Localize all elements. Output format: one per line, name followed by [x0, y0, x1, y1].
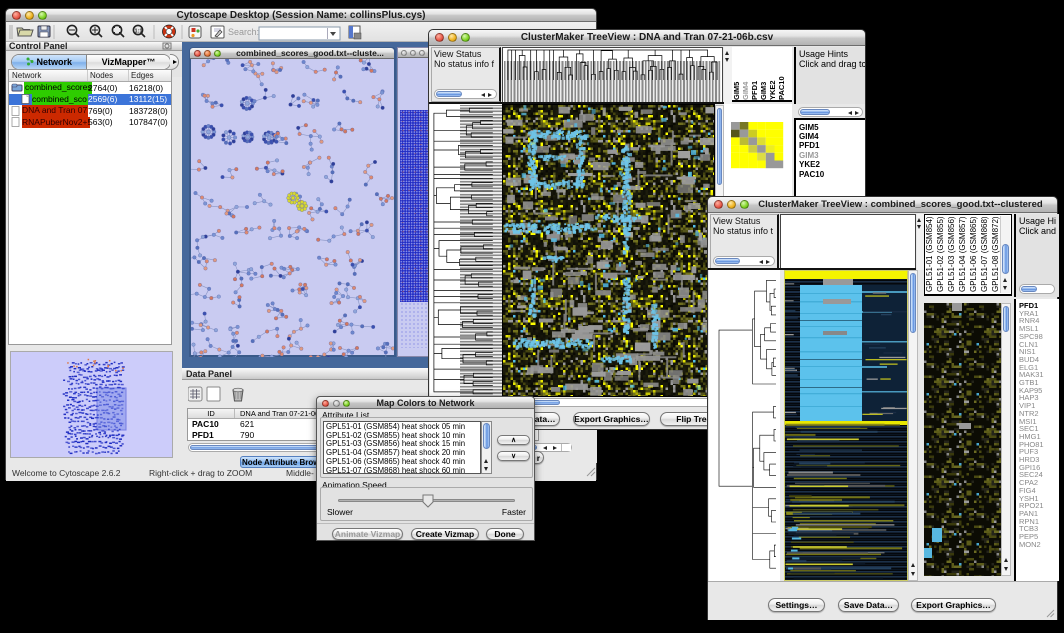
- svg-text:GPL51-04 (GSM857): GPL51-04 (GSM857): [958, 216, 967, 292]
- svg-text:GPL51-02 (GSM855): GPL51-02 (GSM855): [936, 216, 945, 292]
- svg-text:Search:: Search:: [228, 27, 259, 37]
- svg-text:GPL51-06 (GSM865): GPL51-06 (GSM865): [969, 216, 978, 292]
- svg-text:GIM4: GIM4: [741, 81, 750, 100]
- svg-text:GPL51-07 (GSM868): GPL51-07 (GSM868): [980, 216, 989, 292]
- svg-text:GIM5: GIM5: [732, 82, 741, 100]
- svg-text:GPL51-01 (GSM854): GPL51-01 (GSM854): [925, 216, 934, 292]
- svg-text:YKE2: YKE2: [768, 80, 777, 100]
- svg-text:GIM3: GIM3: [759, 82, 768, 100]
- svg-text:GPL51-03 (GSM856): GPL51-03 (GSM856): [947, 216, 956, 292]
- svg-text:1:1: 1:1: [135, 29, 143, 35]
- svg-text:PFD1: PFD1: [750, 81, 759, 100]
- svg-text:GPL51-08 (GSM872): GPL51-08 (GSM872): [991, 216, 1000, 292]
- svg-text:PAC10: PAC10: [777, 76, 786, 100]
